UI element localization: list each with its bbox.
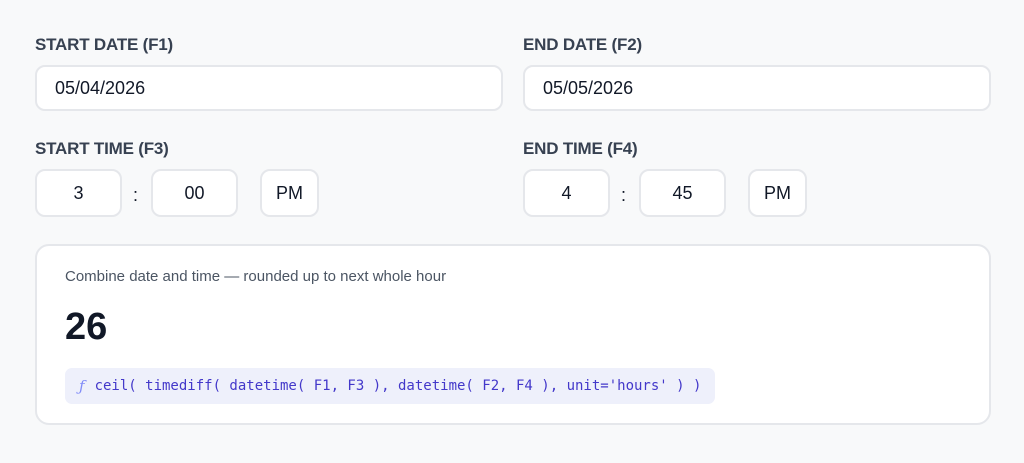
end-hour-input[interactable]: 4 <box>523 169 610 217</box>
start-hour-input[interactable]: 3 <box>35 169 122 217</box>
formula-text: ceil( timediff( datetime( F1, F3 ), date… <box>94 378 702 394</box>
start-time-separator: : <box>133 185 139 205</box>
start-date-input[interactable]: 05/04/2026 <box>35 65 503 111</box>
start-date-label: START DATE (F1) <box>35 35 174 54</box>
formula-box: ƒ ceil( timediff( datetime( F1, F3 ), da… <box>65 368 716 404</box>
end-time-label: END TIME (F4) <box>523 139 638 158</box>
function-icon: ƒ <box>79 377 85 395</box>
result-description: Combine date and time — rounded up to ne… <box>65 268 447 285</box>
end-date-label: END DATE (F2) <box>523 35 642 54</box>
end-ampm-toggle[interactable]: PM <box>748 169 807 217</box>
end-time-separator: : <box>621 185 627 205</box>
start-time-label: START TIME (F3) <box>35 139 169 158</box>
result-value: 26 <box>65 306 108 348</box>
end-date-input[interactable]: 05/05/2026 <box>523 65 991 111</box>
start-minute-input[interactable]: 00 <box>151 169 238 217</box>
result-card: Combine date and time — rounded up to ne… <box>35 244 991 425</box>
start-ampm-toggle[interactable]: PM <box>260 169 319 217</box>
end-minute-input[interactable]: 45 <box>639 169 726 217</box>
